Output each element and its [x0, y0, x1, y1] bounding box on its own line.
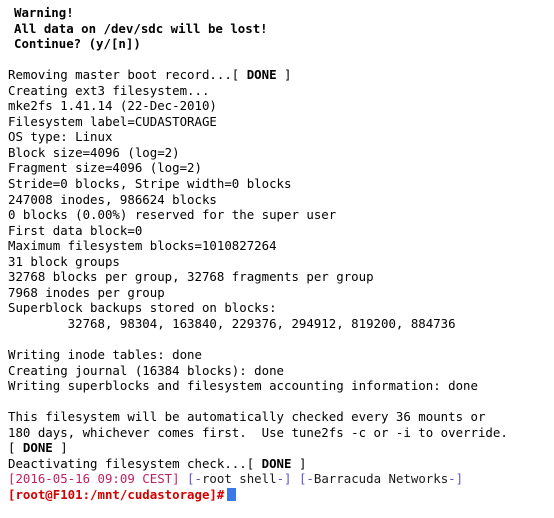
text-post: ]: [276, 67, 292, 83]
output-line-os-type: OS type: Linux: [8, 129, 113, 145]
output-line-autocheck-1: This filesystem will be automatically ch…: [8, 409, 486, 425]
output-line-first-data-block: First data block=0: [8, 222, 143, 238]
output-line-block-size: Block size=4096 (log=2): [8, 144, 180, 160]
output-line-fs-label: Filesystem label=CUDASTORAGE: [8, 113, 217, 129]
output-line-creating-journal: Creating journal (16384 blocks): done: [8, 362, 285, 378]
spacer-line-3: [0, 394, 554, 410]
status-done: DONE: [246, 67, 277, 83]
warning-line-3: Continue? (y/[n]): [14, 36, 141, 52]
warning-line-2: All data on /dev/sdc will be lost!: [14, 20, 268, 36]
status-done: DONE: [22, 440, 53, 456]
output-line-mke2fs-version: mke2fs 1.41.14 (22-Dec-2010): [8, 98, 217, 114]
output-line-superblock-list: 32768, 98304, 163840, 229376, 294912, 81…: [8, 315, 456, 331]
vendor-bracket-close: -]: [448, 471, 464, 487]
output-line-writing-superblocks: Writing superblocks and filesystem accou…: [8, 378, 478, 394]
text-post: ]: [52, 440, 68, 456]
status-done: DONE: [261, 455, 292, 471]
status-timestamp: [2016-05-16 09:09 CEST]: [8, 471, 180, 487]
output-line-deactivating-check: Deactivating filesystem check...[ DONE ]: [0, 456, 554, 472]
text-pre: Deactivating filesystem check...[: [8, 455, 262, 471]
output-line-reserved-blocks: 0 blocks (0.00%) reserved for the super …: [8, 207, 337, 223]
output-line-creating-ext3: Creating ext3 filesystem...: [8, 82, 210, 98]
text-pre: [: [8, 440, 23, 456]
output-line-block-groups: 31 block groups: [8, 253, 120, 269]
output-line-blocks-per-group: 32768 blocks per group, 32768 fragments …: [8, 269, 374, 285]
terminal-window[interactable]: Warning! All data on /dev/sdc will be lo…: [0, 0, 554, 518]
warning-line-1: Warning!: [14, 5, 74, 20]
output-line-autocheck-2: 180 days, whichever comes first. Use tun…: [8, 424, 508, 440]
output-line-writing-inode-tables: Writing inode tables: done: [8, 347, 202, 363]
output-line-inodes-blocks: 247008 inodes, 986624 blocks: [8, 191, 217, 207]
shell-bracket-close: -]: [276, 471, 299, 487]
output-line-fragment-size: Fragment size=4096 (log=2): [8, 160, 202, 176]
text-cursor[interactable]: [227, 487, 237, 501]
prompt-text: [root@F101:/mnt/cudastorage]#: [8, 486, 225, 502]
output-line-max-fs-blocks: Maximum filesystem blocks=1010827264: [8, 238, 277, 254]
shell-bracket-open: [-: [179, 471, 202, 487]
text-post: ]: [291, 455, 307, 471]
vendor-bracket-open: [-: [298, 471, 314, 487]
output-line-removing-mbr: Removing master boot record...[ DONE ]: [0, 67, 554, 83]
output-line-stride-stripe: Stride=0 blocks, Stripe width=0 blocks: [8, 176, 292, 192]
shell-prompt-line[interactable]: [root@F101:/mnt/cudastorage]#: [0, 487, 554, 503]
shell-label: root shell: [201, 471, 277, 487]
output-line-superblock-header: Superblock backups stored on blocks:: [8, 300, 277, 316]
spacer-line-2: [0, 331, 554, 347]
vendor-label: Barracuda Networks: [313, 471, 449, 487]
text-pre: Removing master boot record...[: [8, 67, 247, 83]
output-line-done-standalone: [ DONE ]: [0, 440, 554, 456]
status-bar-line: [2016-05-16 09:09 CEST] [-root shell-] […: [0, 471, 554, 487]
output-line-inodes-per-group: 7968 inodes per group: [8, 284, 165, 300]
